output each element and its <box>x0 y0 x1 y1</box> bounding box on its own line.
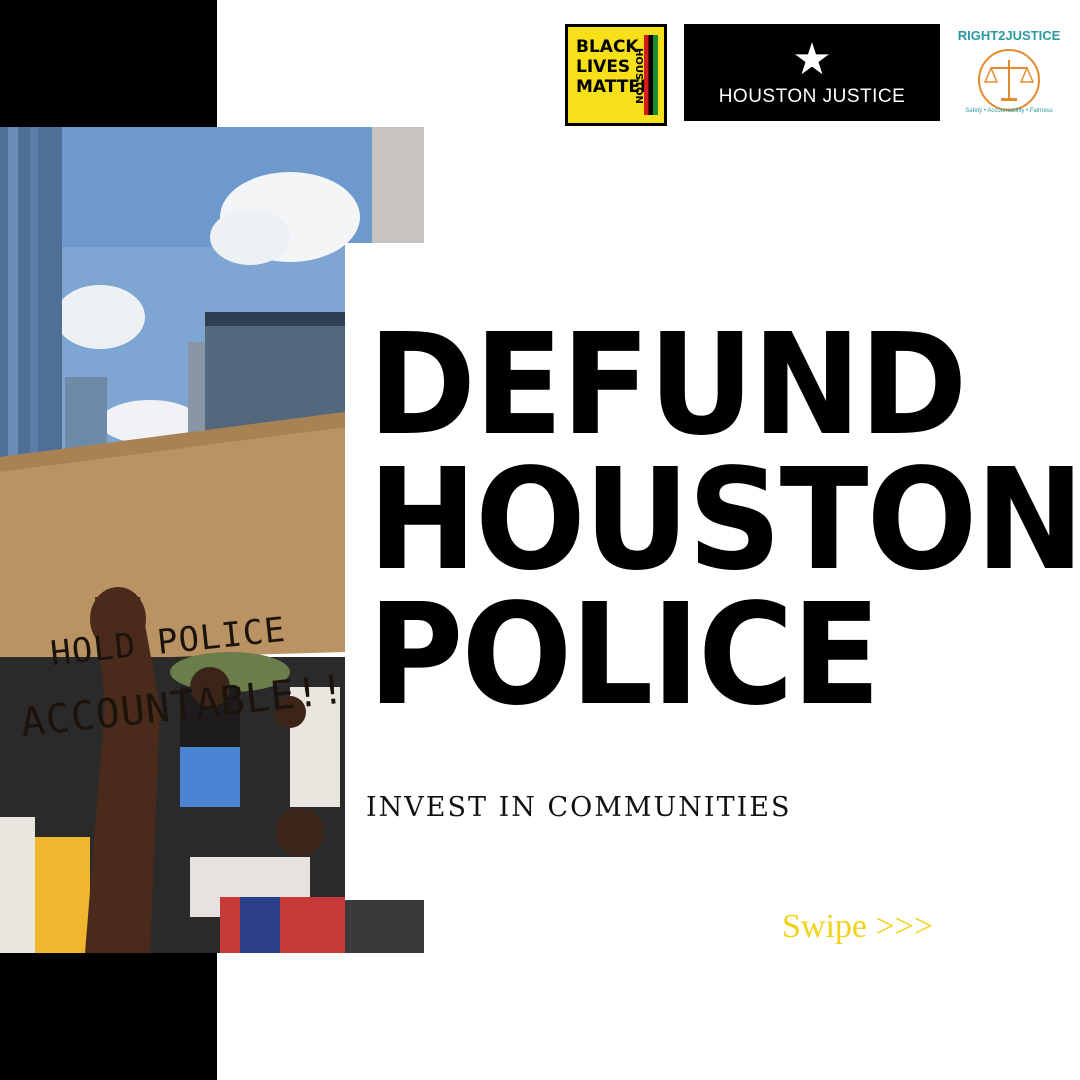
star-icon: ★ <box>792 34 832 85</box>
houston-justice-logo: ★ HOUSTON JUSTICE <box>684 24 940 121</box>
right2justice-logo: RIGHT2JUSTICE Safety • Accountability • … <box>957 22 1061 126</box>
headline-line-police: POLICE <box>368 574 881 737</box>
black-lives-matter-houston-logo: BLACK LIVES MATTER HOUSTON <box>565 24 667 126</box>
swipe-prompt[interactable]: Swipe >>> <box>782 908 933 946</box>
blm-color-stripes <box>644 35 658 115</box>
right2justice-name: RIGHT2JUSTICE <box>957 28 1061 43</box>
headline-line-defund: DEFUND <box>368 304 967 467</box>
subheadline: INVEST IN COMMUNITIES <box>366 792 792 823</box>
right2justice-tagline: Safety • Accountability • Fairness <box>965 108 1053 114</box>
blm-city-label: HOUSTON <box>633 48 644 104</box>
headline-line-houston: HOUSTON <box>368 439 1080 602</box>
headline: DEFUND HOUSTON POLICE <box>368 304 1080 737</box>
houston-justice-name: HOUSTON JUSTICE <box>718 86 906 107</box>
